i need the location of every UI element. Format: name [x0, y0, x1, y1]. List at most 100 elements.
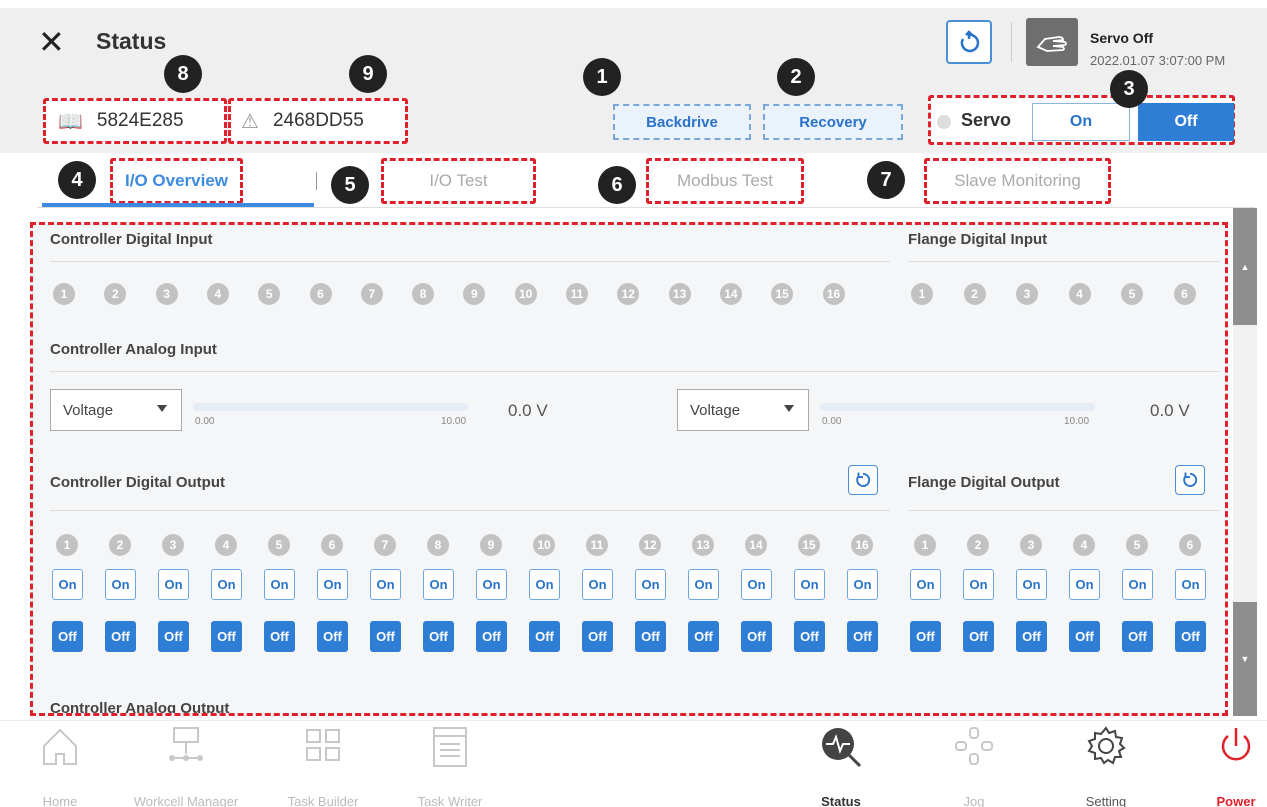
- nav-home[interactable]: Home: [30, 724, 90, 807]
- do-off-button[interactable]: Off: [52, 621, 83, 652]
- di-led: 8: [412, 283, 435, 305]
- do-on-button[interactable]: On: [529, 569, 560, 600]
- di-led: 3: [155, 283, 178, 305]
- refresh-icon: [856, 472, 871, 487]
- di-led: 6: [309, 283, 332, 305]
- flange-do-off-button[interactable]: Off: [963, 621, 994, 652]
- flange-do-off-button[interactable]: Off: [1122, 621, 1153, 652]
- reset-outputs-button[interactable]: [848, 465, 878, 495]
- close-icon[interactable]: ✕: [38, 26, 65, 58]
- backdrive-button[interactable]: Backdrive: [613, 104, 751, 140]
- nav-label: Power: [1216, 794, 1256, 807]
- analog-mode-select-2[interactable]: Voltage: [677, 389, 809, 431]
- do-on-button[interactable]: On: [423, 569, 454, 600]
- do-off-button[interactable]: Off: [264, 621, 295, 652]
- nav-status[interactable]: Status: [811, 724, 871, 807]
- do-off-button[interactable]: Off: [476, 621, 507, 652]
- flange-do-on-button[interactable]: On: [963, 569, 994, 600]
- nav-setting[interactable]: Setting: [1070, 724, 1142, 807]
- flange-di-led: 4: [1068, 283, 1091, 305]
- do-off-button[interactable]: Off: [635, 621, 666, 652]
- do-led: 11: [586, 534, 608, 556]
- do-on-button[interactable]: On: [635, 569, 666, 600]
- do-on-button[interactable]: On: [52, 569, 83, 600]
- flange-di-led: 2: [963, 283, 986, 305]
- servo-label: Servo: [961, 110, 1012, 130]
- scroll-up-button[interactable]: ▲: [1233, 208, 1257, 325]
- do-on-button[interactable]: On: [264, 569, 295, 600]
- reset-flange-outputs-button[interactable]: [1175, 465, 1205, 495]
- select-value: Voltage: [690, 401, 741, 419]
- active-tab-indicator: [42, 203, 314, 207]
- do-off-button[interactable]: Off: [741, 621, 772, 652]
- flange-do-on-button[interactable]: On: [1069, 569, 1100, 600]
- analog-mode-select-1[interactable]: Voltage: [50, 389, 182, 431]
- do-on-button[interactable]: On: [582, 569, 613, 600]
- select-value: Voltage: [63, 401, 114, 419]
- do-off-button[interactable]: Off: [370, 621, 401, 652]
- di-led: 11: [566, 283, 588, 305]
- flange-do-led: 6: [1179, 534, 1201, 556]
- do-off-button[interactable]: Off: [211, 621, 242, 652]
- flange-do-on-button[interactable]: On: [910, 569, 941, 600]
- do-on-button[interactable]: On: [794, 569, 825, 600]
- hand-guide-button[interactable]: [1026, 18, 1078, 66]
- divider: [908, 261, 1220, 262]
- nav-workcell-manager[interactable]: Workcell Manager: [118, 724, 254, 807]
- do-on-button[interactable]: On: [317, 569, 348, 600]
- servo-off-button[interactable]: Off: [1138, 103, 1234, 141]
- flange-do-off-button[interactable]: Off: [1016, 621, 1047, 652]
- chevron-down-icon: [157, 405, 167, 412]
- gear-icon: [1087, 726, 1126, 765]
- do-off-button[interactable]: Off: [105, 621, 136, 652]
- do-off-button[interactable]: Off: [688, 621, 719, 652]
- section-title: Flange Digital Output: [908, 474, 1060, 491]
- do-led: 3: [162, 534, 184, 556]
- tab-modbus-test[interactable]: Modbus Test: [646, 158, 804, 204]
- tab-io-test[interactable]: I/O Test: [381, 158, 536, 204]
- analog-bar-2: [820, 403, 1095, 411]
- do-on-button[interactable]: On: [370, 569, 401, 600]
- nav-task-builder[interactable]: Task Builder: [273, 724, 373, 807]
- tab-slave-monitoring[interactable]: Slave Monitoring: [924, 158, 1111, 204]
- do-led: 12: [639, 534, 661, 556]
- do-on-button[interactable]: On: [158, 569, 189, 600]
- di-led: 14: [719, 283, 742, 305]
- do-off-button[interactable]: Off: [794, 621, 825, 652]
- do-on-button[interactable]: On: [847, 569, 878, 600]
- nav-task-writer[interactable]: Task Writer: [405, 724, 495, 807]
- nav-jog[interactable]: Jog: [944, 724, 1004, 807]
- do-led: 2: [109, 534, 131, 556]
- do-on-button[interactable]: On: [741, 569, 772, 600]
- do-on-button[interactable]: On: [211, 569, 242, 600]
- do-off-button[interactable]: Off: [847, 621, 878, 652]
- nav-power[interactable]: Power: [1205, 724, 1267, 807]
- reset-button[interactable]: [946, 20, 992, 64]
- do-off-button[interactable]: Off: [317, 621, 348, 652]
- callout-marker: 5: [331, 166, 369, 204]
- do-off-button[interactable]: Off: [529, 621, 560, 652]
- do-led: 1: [56, 534, 78, 556]
- do-off-button[interactable]: Off: [158, 621, 189, 652]
- do-on-button[interactable]: On: [688, 569, 719, 600]
- tab-io-overview[interactable]: I/O Overview: [110, 158, 243, 204]
- divider: [50, 510, 890, 511]
- workcell-icon: [169, 727, 203, 761]
- do-off-button[interactable]: Off: [582, 621, 613, 652]
- flange-do-on-button[interactable]: On: [1122, 569, 1153, 600]
- flange-do-off-button[interactable]: Off: [910, 621, 941, 652]
- recovery-button[interactable]: Recovery: [763, 104, 903, 140]
- flange-do-off-button[interactable]: Off: [1069, 621, 1100, 652]
- flange-do-led: 1: [914, 534, 936, 556]
- flange-do-on-button[interactable]: On: [1175, 569, 1206, 600]
- do-on-button[interactable]: On: [105, 569, 136, 600]
- do-on-button[interactable]: On: [476, 569, 507, 600]
- nav-label: Status: [821, 794, 861, 807]
- flange-do-on-button[interactable]: On: [1016, 569, 1047, 600]
- do-off-button[interactable]: Off: [423, 621, 454, 652]
- page-title: Status: [96, 28, 167, 54]
- callout-marker: 2: [777, 58, 815, 96]
- flange-do-off-button[interactable]: Off: [1175, 621, 1206, 652]
- servo-on-button[interactable]: On: [1032, 103, 1130, 141]
- scroll-down-button[interactable]: ▼: [1233, 602, 1257, 716]
